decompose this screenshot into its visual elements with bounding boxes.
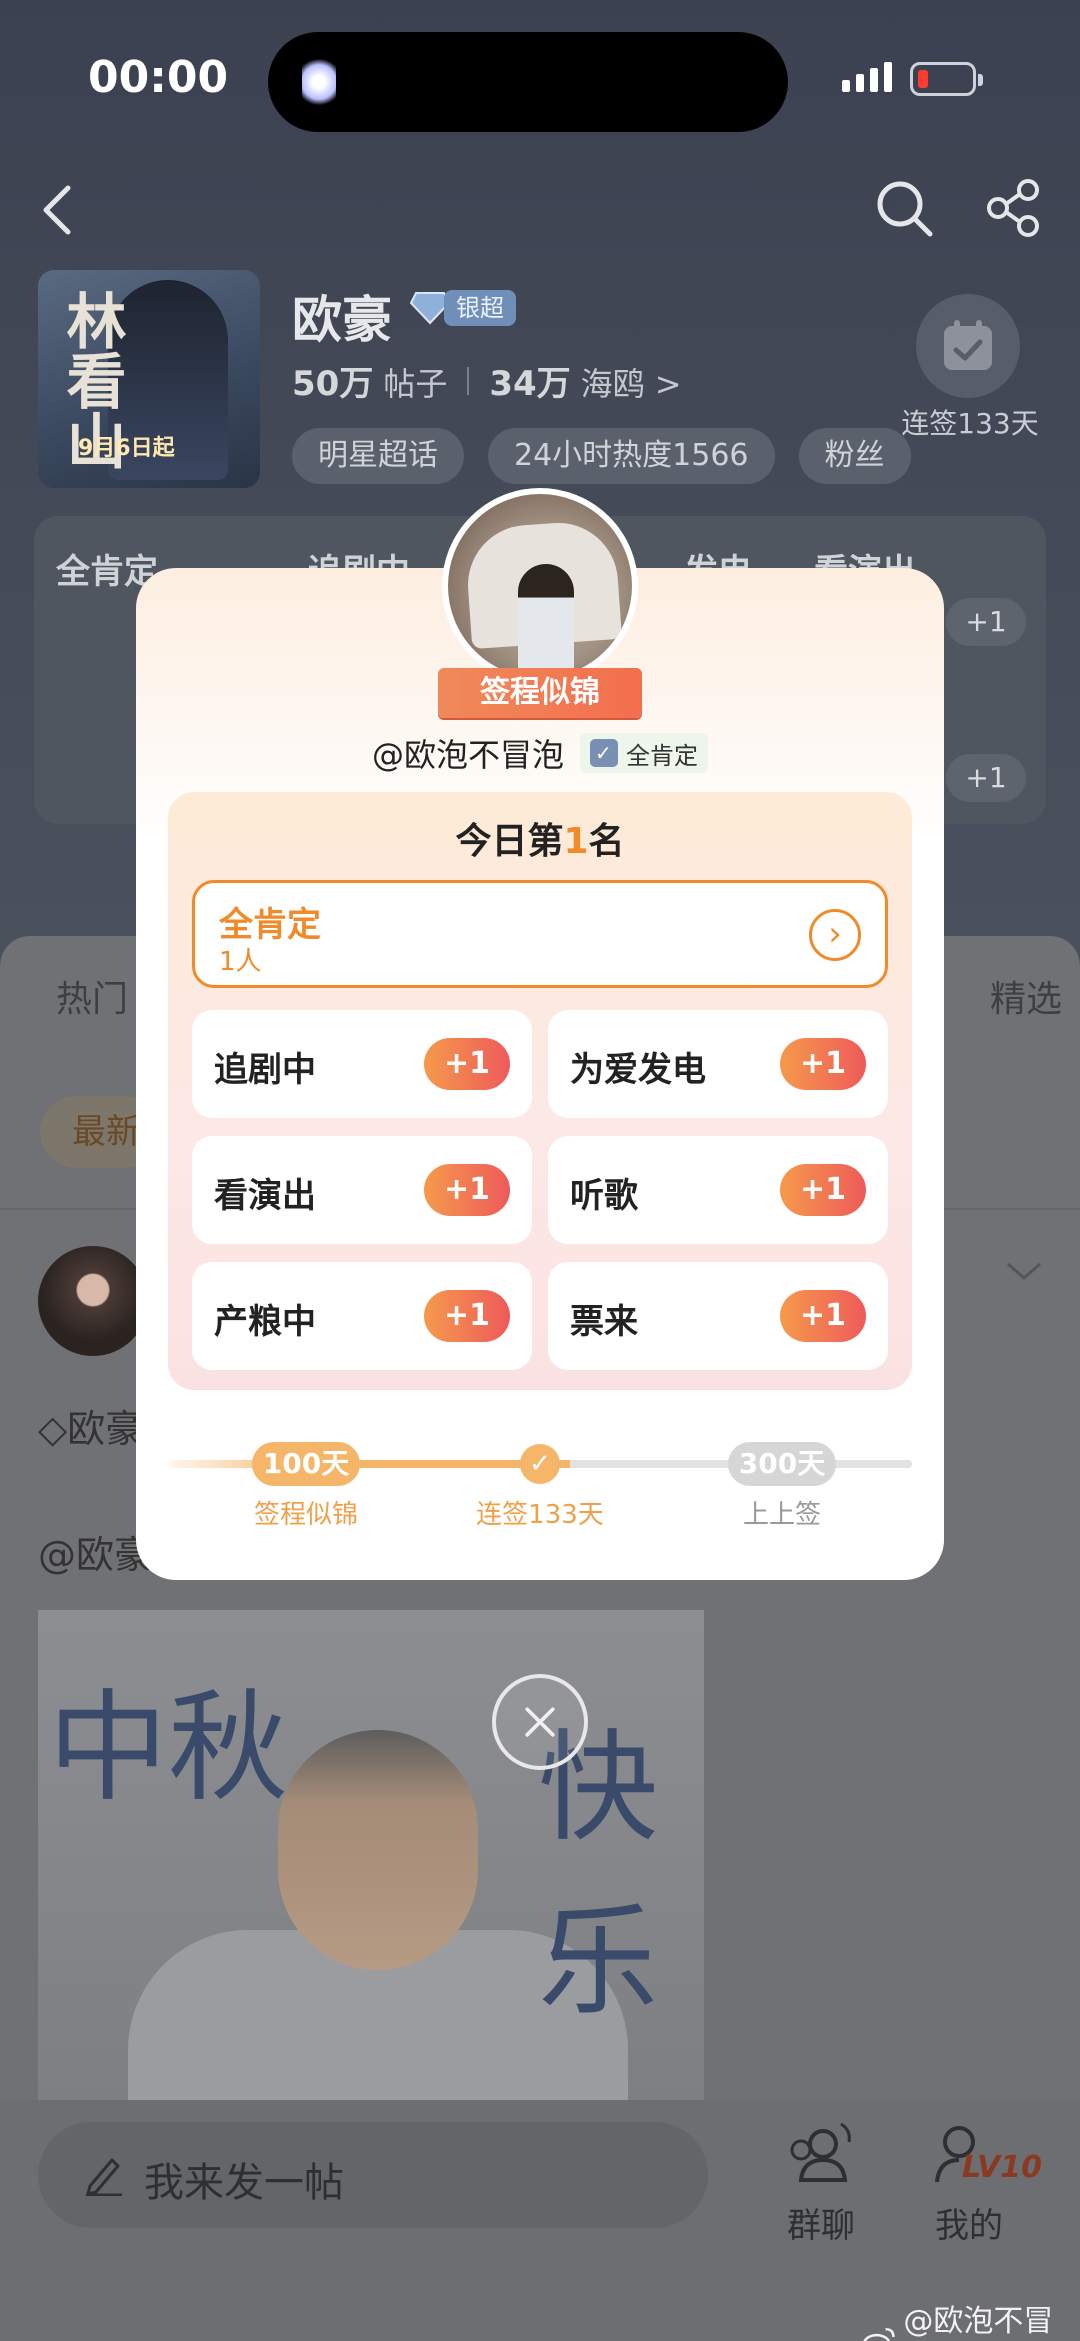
streak-progress: 100天 ✓ 300天 签程似锦 连签133天 上上签 xyxy=(168,1420,912,1530)
nav-group-chat-label: 群聊 xyxy=(787,2206,855,2246)
milestone-label-3: 上上签 xyxy=(742,1500,821,1530)
flashlight-icon xyxy=(302,56,336,108)
checkin-status-tag: 全肯定 xyxy=(580,733,709,773)
nav-group-chat[interactable]: 群聊 xyxy=(766,2120,876,2247)
option-card[interactable]: 听歌 +1 xyxy=(548,1136,888,1244)
option-featured-count: 1人 xyxy=(219,947,262,977)
badge-label: 银超 xyxy=(444,290,516,326)
option-name: 追剧中 xyxy=(214,1050,316,1090)
pencil-icon xyxy=(86,2158,122,2196)
post-diamond-text: ◇欧豪 xyxy=(38,1407,144,1451)
post-diamond-name: 欧豪 xyxy=(67,1407,144,1451)
battery-icon xyxy=(910,62,983,96)
poster-date: 9月6日起 xyxy=(78,436,175,461)
option-name: 看演出 xyxy=(214,1176,316,1216)
check-icon: ✓ xyxy=(520,1444,560,1484)
rank-prefix: 今日第 xyxy=(455,821,564,862)
chip-fans[interactable]: 粉丝 xyxy=(798,428,911,484)
milestone-300: 300天 xyxy=(728,1442,836,1486)
status-bar: 00:00 xyxy=(0,0,1080,160)
chevron-down-icon[interactable] xyxy=(1004,1256,1044,1286)
followers-count: 34万 xyxy=(489,364,571,404)
plus-one-button[interactable]: +1 xyxy=(780,1038,866,1090)
rank-suffix: 名 xyxy=(588,821,625,862)
ribbon-badge: 签程似锦 xyxy=(438,668,642,718)
checkin-button[interactable] xyxy=(916,294,1020,398)
level-badge: LV10 xyxy=(962,2150,1042,2185)
followers-label[interactable]: 海鸥 xyxy=(581,359,645,405)
topic-stats: 50万 帖子 34万 海鸥 > xyxy=(292,356,682,405)
bg-plus-pill: +1 xyxy=(946,754,1026,802)
milestone-100: 100天 xyxy=(252,1442,360,1486)
milestone-label-1: 签程似锦 xyxy=(253,1500,358,1530)
compose-input[interactable] xyxy=(38,2122,708,2228)
plus-one-button[interactable]: +1 xyxy=(424,1290,510,1342)
checkin-status-label: 全肯定 xyxy=(626,741,699,770)
topic-chip-row: 明星超话 24小时热度1566 粉丝 xyxy=(292,428,911,484)
option-featured[interactable]: 全肯定 1人 › xyxy=(192,880,888,988)
watermark-text: @欧泡不冒泡 xyxy=(903,2304,1054,2339)
calendar-check-icon xyxy=(944,320,992,370)
milestone-label-current: 连签133天 xyxy=(476,1500,604,1530)
group-chat-icon xyxy=(790,2122,851,2182)
option-card[interactable]: 票来 +1 xyxy=(548,1262,888,1370)
search-icon[interactable] xyxy=(872,176,936,240)
plus-one-button[interactable]: +1 xyxy=(780,1164,866,1216)
avatar-person xyxy=(518,564,574,674)
modal-username-row: @欧泡不冒泡 全肯定 xyxy=(372,730,709,776)
calendar-check-icon xyxy=(590,739,619,767)
user-avatar xyxy=(442,488,638,684)
posts-label: 帖子 xyxy=(383,365,448,403)
plus-one-button[interactable]: +1 xyxy=(780,1290,866,1342)
close-icon[interactable] xyxy=(492,1674,588,1770)
posts-count: 50万 xyxy=(292,364,374,404)
post-mention[interactable]: @欧豪 xyxy=(38,1524,152,1579)
option-name: 票来 xyxy=(570,1302,638,1342)
option-card[interactable]: 追剧中 +1 xyxy=(192,1010,532,1118)
chip-star-topic[interactable]: 明星超话 xyxy=(292,428,464,484)
silver-super-badge[interactable]: 银超 xyxy=(410,288,516,328)
option-featured-name: 全肯定 xyxy=(219,905,321,945)
post-image-calligraphy: 中秋 xyxy=(48,1679,288,1818)
chevron-right-icon[interactable]: › xyxy=(809,909,861,961)
option-card[interactable]: 产粮中 +1 xyxy=(192,1262,532,1370)
checkin-label: 连签133天 xyxy=(901,407,1039,440)
option-card[interactable]: 为爱发电 +1 xyxy=(548,1010,888,1118)
share-icon[interactable] xyxy=(982,176,1046,240)
bg-plus-pill: +1 xyxy=(946,598,1026,646)
post-image[interactable]: 中秋 快乐 xyxy=(38,1610,704,2100)
chip-heat[interactable]: 24小时热度1566 xyxy=(488,428,775,484)
option-card[interactable]: 看演出 +1 xyxy=(192,1136,532,1244)
post-author-avatar[interactable] xyxy=(38,1246,148,1356)
rank-number: 1 xyxy=(563,821,589,862)
followers-arrow[interactable]: > xyxy=(655,365,682,403)
option-name: 听歌 xyxy=(570,1176,638,1216)
post-image-face xyxy=(278,1730,478,1970)
status-time: 00:00 xyxy=(88,52,229,103)
compose-placeholder: 我来发一帖 xyxy=(144,2160,344,2206)
rank-panel: 今日第1名 全肯定 1人 › 追剧中 +1 为爱发电 +1 看演出 +1 听歌 … xyxy=(168,792,912,1390)
topic-name: 欧豪 xyxy=(292,291,392,349)
tab-hot[interactable]: 热门 xyxy=(56,970,128,1022)
option-name: 为爱发电 xyxy=(570,1050,706,1090)
topic-poster[interactable]: 林看山 9月6日起 xyxy=(38,270,260,488)
weibo-logo-icon xyxy=(863,2327,895,2341)
plus-one-button[interactable]: +1 xyxy=(424,1164,510,1216)
signal-icon xyxy=(842,62,892,92)
nav-mine-label: 我的 xyxy=(935,2206,1003,2246)
watermark: @欧泡不冒泡 xyxy=(862,2296,1080,2341)
plus-one-button[interactable]: +1 xyxy=(424,1038,510,1090)
rank-title: 今日第1名 xyxy=(168,812,912,864)
stats-divider xyxy=(467,367,470,395)
option-name: 产粮中 xyxy=(214,1302,316,1342)
back-icon[interactable] xyxy=(30,180,90,240)
dynamic-island xyxy=(268,32,788,132)
modal-username: @欧泡不冒泡 xyxy=(372,736,565,774)
tab-pick[interactable]: 精选 xyxy=(990,970,1062,1022)
